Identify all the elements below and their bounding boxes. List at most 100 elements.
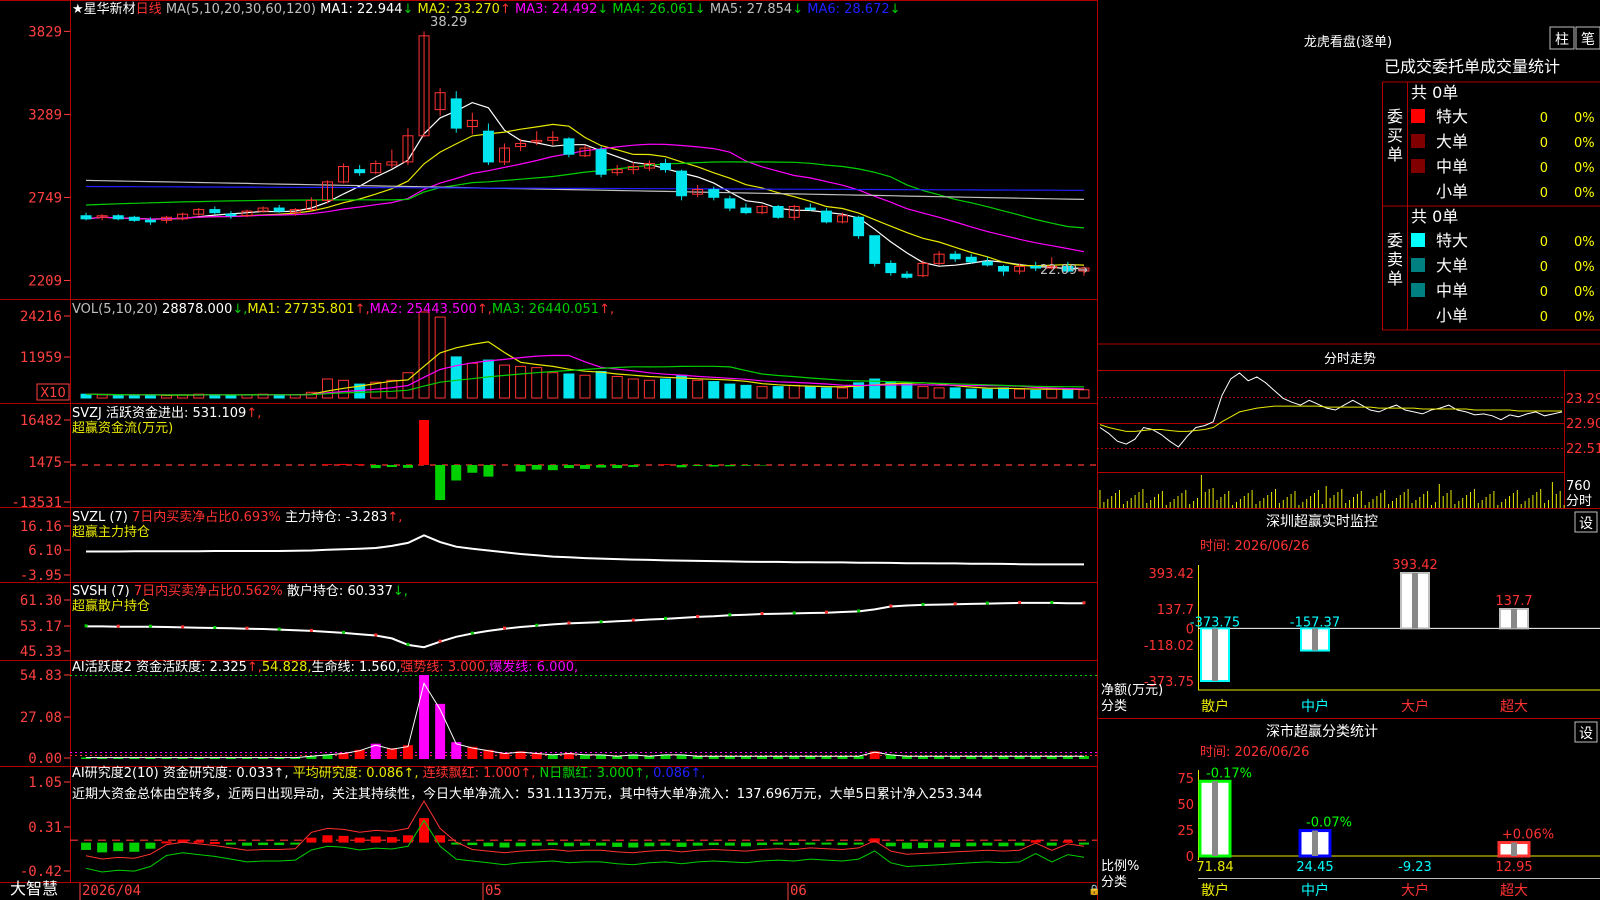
volume-bar[interactable] [466,362,478,399]
candle[interactable] [981,261,993,266]
ai2-bar[interactable] [209,842,220,844]
candle[interactable] [869,235,881,264]
volume-bar[interactable] [627,378,639,399]
svzj-bar[interactable] [724,465,735,467]
svzj-bar[interactable] [676,465,687,468]
volume-bar[interactable] [820,387,832,399]
volume-bar[interactable] [499,364,511,399]
candle[interactable] [708,189,720,198]
volume-bar[interactable] [161,394,173,399]
candle[interactable] [740,207,752,214]
candle[interactable] [949,253,961,260]
ai2-bar[interactable] [660,842,671,846]
ai2-bar[interactable] [225,842,236,845]
volume-bar[interactable] [901,383,913,399]
svzj-bar[interactable] [338,463,349,465]
candle[interactable] [853,216,865,237]
volume-bar[interactable] [515,365,527,399]
monitor-settings-label[interactable]: 设 [1579,516,1593,532]
candle[interactable] [659,162,671,171]
volume-bar[interactable] [547,372,559,399]
ai2-bar[interactable] [1030,840,1041,843]
svzj-bar[interactable] [547,465,558,471]
svzj-bar[interactable] [531,465,542,470]
ai2-bar[interactable] [966,842,977,847]
volume-bar[interactable] [112,394,124,399]
svzj-bar[interactable] [370,465,381,469]
volume-bar[interactable] [1030,389,1042,399]
candle[interactable] [273,207,285,212]
candle[interactable] [209,209,221,214]
ai2-bar[interactable] [1014,842,1025,846]
lhb-bar-button-label[interactable]: 柱 [1555,32,1569,48]
ai2-bar[interactable] [1046,842,1057,846]
volume-bar[interactable] [386,379,398,399]
ai2-bar[interactable] [322,835,333,843]
ai2-bar[interactable] [386,837,397,843]
ai2-bar[interactable] [467,842,478,846]
volume-bar[interactable] [933,387,945,399]
volume-bar[interactable] [724,383,736,399]
ai2-bar[interactable] [483,842,494,847]
svzj-bar[interactable] [435,465,446,500]
ai2-bar[interactable] [547,842,558,846]
lhb-tick-button-label[interactable]: 笔 [1581,32,1595,48]
candle[interactable] [482,130,494,163]
svzj-bar[interactable] [692,465,703,467]
volume-bar[interactable] [450,356,462,399]
candle[interactable] [128,216,140,221]
ai2-bar[interactable] [901,842,912,849]
ai2-bar[interactable] [773,842,784,845]
ai2-bar[interactable] [998,842,1009,847]
svzj-bar[interactable] [596,465,607,468]
candle[interactable] [804,207,816,211]
candle[interactable] [901,273,913,278]
candle[interactable] [563,138,575,155]
chart-canvas[interactable]: 3829 3289 2749 2209 38.29 22.09→ ★星华新材日线 MA(5,… [0,0,1600,900]
volume-bar[interactable] [659,378,671,399]
svzj-bar[interactable] [628,465,639,468]
ai2-bar[interactable] [789,842,800,846]
volume-bar[interactable] [804,386,816,399]
volume-bar[interactable] [595,370,607,399]
ai2-bar[interactable] [676,842,687,847]
ai2-bar[interactable] [740,842,751,847]
ai2-bar[interactable] [628,842,639,848]
ai1-bar[interactable] [419,675,430,759]
volume-bar[interactable] [788,384,800,399]
volume-bar[interactable] [643,379,655,399]
svzj-bar[interactable] [419,420,430,465]
svzj-bar[interactable] [515,465,526,472]
ai2-bar[interactable] [644,842,655,847]
ai2-bar[interactable] [563,842,574,847]
volume-bar[interactable] [1046,388,1058,399]
ai2-bar[interactable] [821,842,832,845]
ai1-bar[interactable] [386,748,397,759]
volume-bar[interactable] [1062,388,1074,399]
volume-bar[interactable] [965,388,977,399]
svzj-bar[interactable] [451,465,462,481]
candle[interactable] [225,213,237,217]
classify-settings-label[interactable]: 设 [1579,726,1593,742]
ai2-bar[interactable] [274,842,285,846]
ai2-bar[interactable] [338,835,349,843]
ai2-bar[interactable] [918,842,928,849]
svzj-bar[interactable] [580,465,590,469]
volume-bar[interactable] [917,386,929,399]
volume-bar[interactable] [1014,388,1026,399]
ai2-bar[interactable] [370,836,381,843]
volume-bar[interactable] [756,386,768,399]
ai2-bar[interactable] [805,842,816,845]
ai2-bar[interactable] [612,842,623,847]
candle[interactable] [772,206,784,218]
candle[interactable] [354,169,366,174]
volume-bar[interactable] [997,387,1009,399]
ai2-bar[interactable] [113,842,124,852]
volume-bar[interactable] [949,387,961,399]
volume-bar[interactable] [128,394,140,399]
ai1-bar[interactable] [435,703,446,759]
ai2-bar[interactable] [499,842,510,848]
volume-bar[interactable] [321,378,333,399]
svzj-bar[interactable] [467,465,478,473]
candle[interactable] [885,262,897,274]
